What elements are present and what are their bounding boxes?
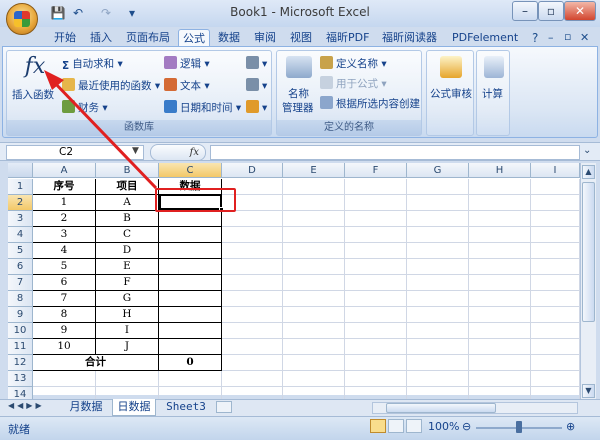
status-ready: 就绪 xyxy=(8,423,30,436)
sheet-tab-daily[interactable]: 日数据 xyxy=(112,399,156,416)
office-logo-icon xyxy=(14,11,30,27)
vertical-scroll-thumb[interactable] xyxy=(582,182,595,322)
scroll-down-button[interactable]: ▼ xyxy=(582,384,595,398)
scroll-up-button[interactable]: ▲ xyxy=(582,165,595,179)
zoom-out-button[interactable]: ⊖ xyxy=(462,420,471,433)
horizontal-scroll-thumb[interactable] xyxy=(386,403,496,413)
page-layout-view-button[interactable] xyxy=(388,419,404,433)
page-break-view-button[interactable] xyxy=(406,419,422,433)
sheet-tab-sheet3[interactable]: Sheet3 xyxy=(162,399,210,416)
annotation-arrow xyxy=(44,70,158,190)
normal-view-button[interactable] xyxy=(370,419,386,433)
insert-sheet-icon[interactable] xyxy=(216,401,232,413)
office-button[interactable] xyxy=(6,3,38,35)
zoom-slider-thumb[interactable] xyxy=(516,421,522,433)
zoom-in-button[interactable]: ⊕ xyxy=(566,420,575,433)
sheet-navigation-icon[interactable]: ◀◀▶▶ xyxy=(8,401,45,410)
zoom-level[interactable]: 100% xyxy=(428,420,459,433)
sheet-tab-monthly[interactable]: 月数据 xyxy=(64,399,108,416)
